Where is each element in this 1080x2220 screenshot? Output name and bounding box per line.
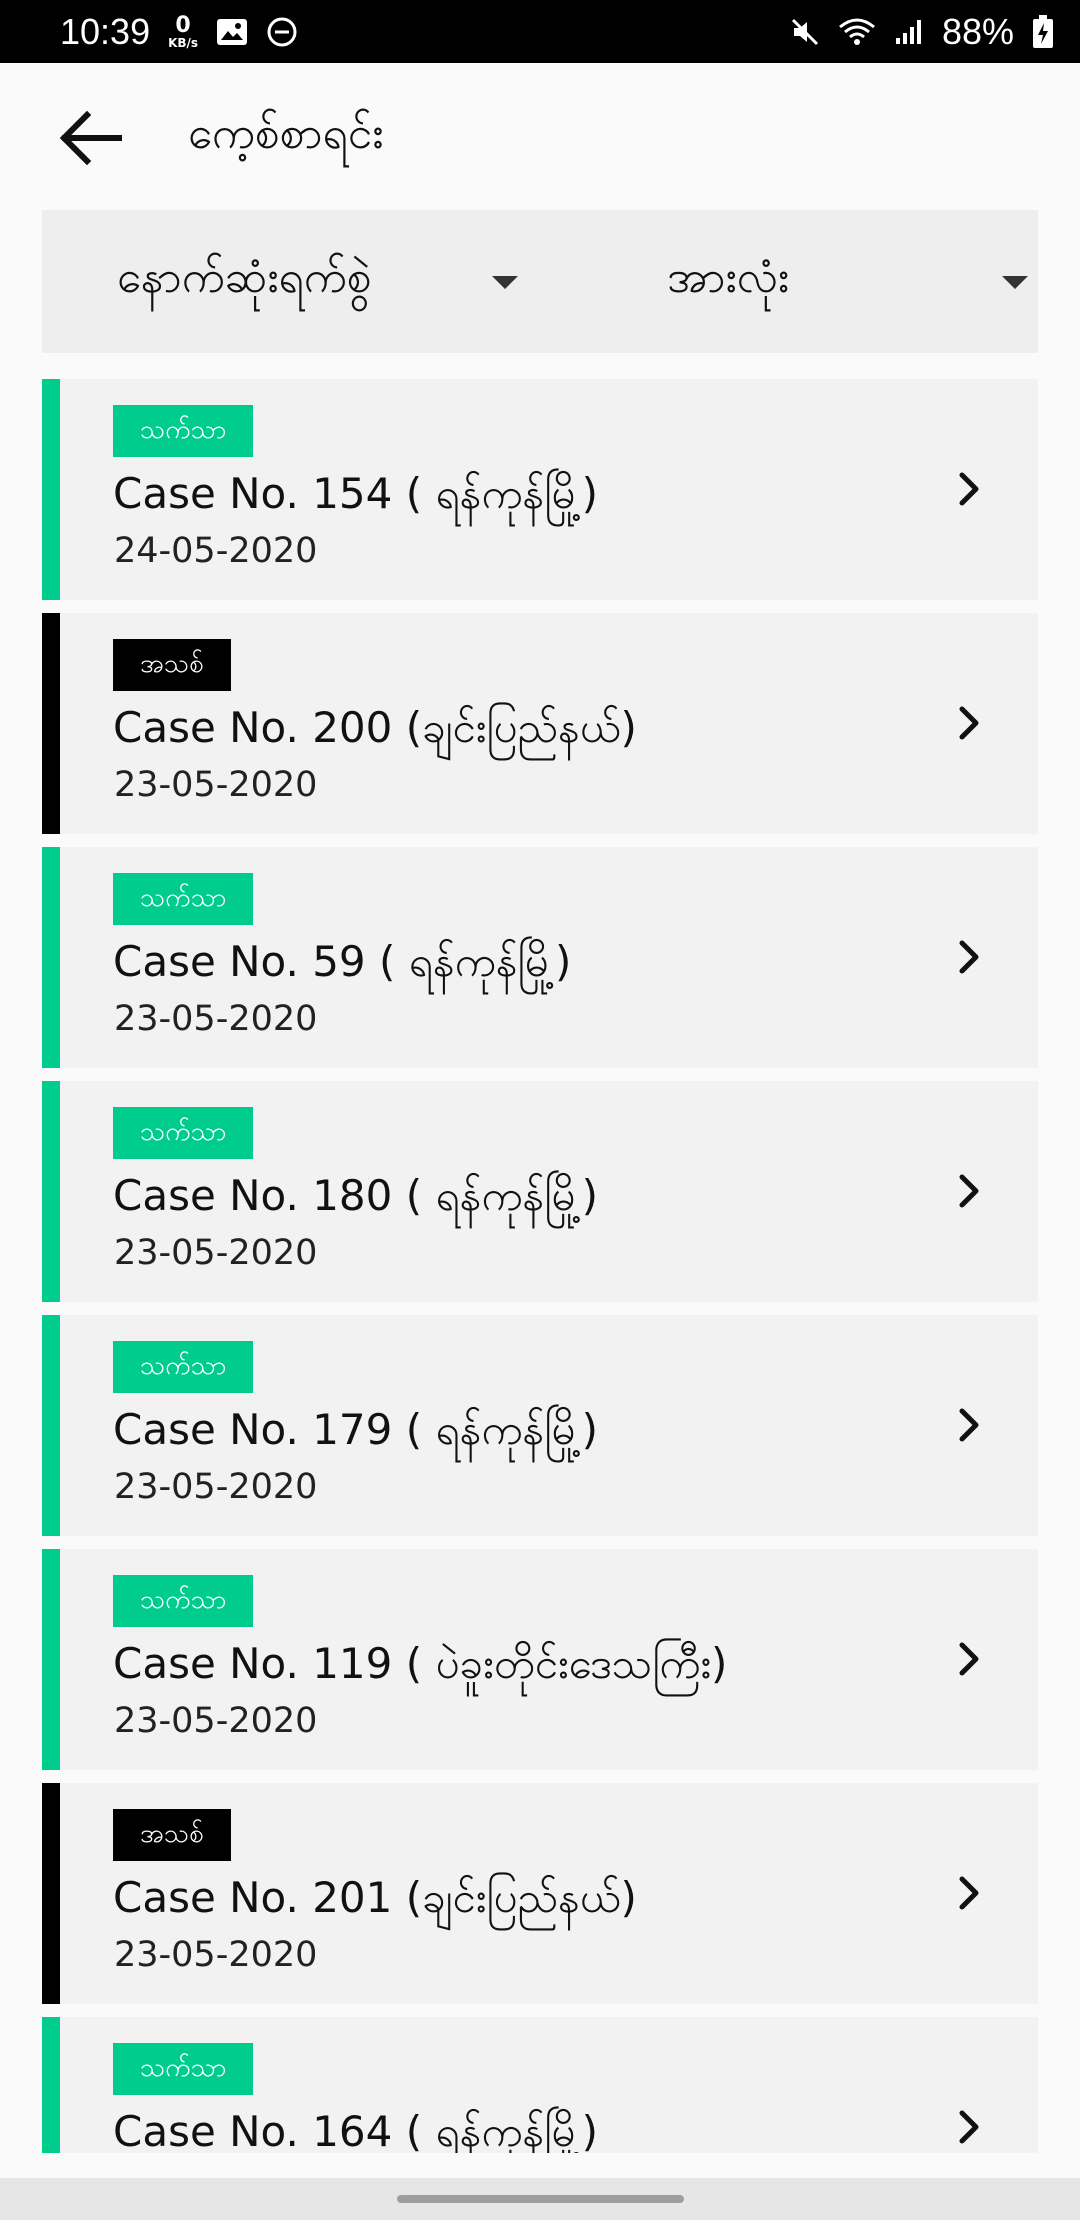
dropdown-caret-icon [1002,276,1028,289]
do-not-disturb-icon [266,16,298,48]
case-title: Case No. 180 ( ရန်ကုန်မြို့) [113,1171,599,1220]
status-filter-dropdown[interactable]: အားလုံး [540,210,1038,353]
case-status-badge: သက်သာ [113,873,254,925]
case-title: Case No. 200 (ချင်းပြည်နယ်) [113,703,637,752]
case-card[interactable]: သက်သာ Case No. 59 ( ရန်ကုန်မြို့) 23-05-20… [42,847,1038,1068]
case-status-badge: သက်သာ [113,1107,254,1159]
case-status-badge: သက်သာ [113,405,254,457]
net-speed-value: 0 [175,12,191,38]
app-bar: ကေ့စ်စာရင်း [0,63,1080,213]
case-card[interactable]: သက်သာ Case No. 179 ( ရန်ကုန်မြို့) 23-05-2… [42,1315,1038,1536]
case-card[interactable]: သက်သာ Case No. 164 ( ရန်ကုန်မြို့) [42,2017,1038,2153]
case-status-stripe [42,1315,60,1536]
status-filter-label: အားလုံး [667,251,790,303]
home-gesture-handle[interactable] [397,2195,684,2203]
case-date: 23-05-2020 [114,765,318,805]
mute-icon [790,17,820,47]
case-title: Case No. 154 ( ရန်ကုန်မြို့) [113,469,599,518]
chevron-right-icon [959,472,979,506]
signal-icon [894,18,924,46]
dropdown-caret-icon [492,276,518,289]
case-status-badge: အသစ် [113,639,231,691]
navigation-bar [0,2178,1080,2220]
status-bar: 10:39 0 KB/s 88% [0,0,1080,63]
case-title: Case No. 119 ( ပဲခူးတိုင်းဒေသကြီး) [113,1639,728,1688]
case-date: 23-05-2020 [114,1233,318,1273]
case-status-stripe [42,1081,60,1302]
case-status-stripe [42,1549,60,1770]
sort-dropdown-label: နောက်ဆုံးရက်စွဲ [117,251,372,303]
case-title: Case No. 59 ( ရန်ကုန်မြို့) [113,937,572,986]
back-button[interactable] [40,88,140,188]
case-status-badge: သက်သာ [113,1341,254,1393]
case-status-badge: သက်သာ [113,1575,254,1627]
filter-bar: နောက်ဆုံးရက်စွဲ အားလုံး [42,210,1038,353]
chevron-right-icon [959,1174,979,1208]
page-title: ကေ့စ်စာရင်း [188,108,384,159]
case-date: 24-05-2020 [114,531,318,571]
wifi-icon [838,17,876,47]
case-card[interactable]: သက်သာ Case No. 154 ( ရန်ကုန်မြို့) 24-05-2… [42,379,1038,600]
case-list: သက်သာ Case No. 154 ( ရန်ကုန်မြို့) 24-05-2… [42,379,1038,2153]
case-status-stripe [42,1783,60,2004]
battery-percent: 88% [941,10,1014,52]
net-speed-indicator: 0 KB/s [168,12,199,50]
case-status-badge: သက်သာ [113,2043,254,2095]
net-speed-unit: KB/s [168,35,199,50]
arrow-back-icon [59,110,122,166]
case-date: 23-05-2020 [114,1935,318,1975]
case-status-stripe [42,2017,60,2153]
case-date: 23-05-2020 [114,1467,318,1507]
sort-dropdown[interactable]: နောက်ဆုံးရက်စွဲ [42,210,540,353]
case-card[interactable]: အသစ် Case No. 200 (ချင်းပြည်နယ်) 23-05-202… [42,613,1038,834]
case-title: Case No. 179 ( ရန်ကုန်မြို့) [113,1405,599,1454]
chevron-right-icon [959,940,979,974]
image-notification-icon [216,18,248,46]
status-time: 10:39 [60,10,151,52]
chevron-right-icon [959,1408,979,1442]
case-title: Case No. 201 (ချင်းပြည်နယ်) [113,1873,637,1922]
case-date: 23-05-2020 [114,1701,318,1741]
case-card[interactable]: သက်သာ Case No. 119 ( ပဲခူးတိုင်းဒေသကြီး) 2… [42,1549,1038,1770]
chevron-right-icon [959,1876,979,1910]
battery-charging-icon [1032,14,1054,49]
case-status-stripe [42,613,60,834]
case-status-badge: အသစ် [113,1809,231,1861]
case-card[interactable]: သက်သာ Case No. 180 ( ရန်ကုန်မြို့) 23-05-2… [42,1081,1038,1302]
case-title: Case No. 164 ( ရန်ကုန်မြို့) [113,2107,599,2153]
case-status-stripe [42,847,60,1068]
chevron-right-icon [959,706,979,740]
chevron-right-icon [959,2110,979,2144]
case-card[interactable]: အသစ် Case No. 201 (ချင်းပြည်နယ်) 23-05-202… [42,1783,1038,2004]
chevron-right-icon [959,1642,979,1676]
case-status-stripe [42,379,60,600]
case-date: 23-05-2020 [114,999,318,1039]
